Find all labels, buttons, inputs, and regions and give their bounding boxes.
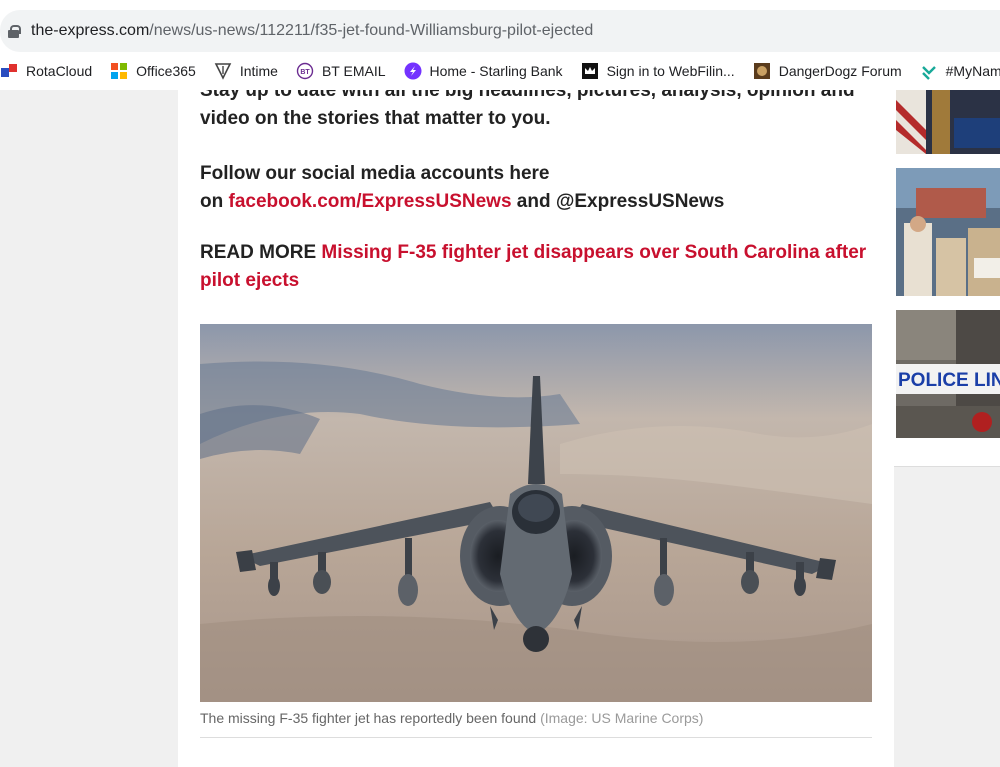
thumb-image-2 [896, 168, 1000, 296]
bookmark-mynamel[interactable]: #MyNamel [920, 62, 1000, 80]
bookmark-office365[interactable]: Office365 [110, 62, 196, 80]
address-bar[interactable]: the-express.com/news/us-news/112211/f35-… [0, 10, 1000, 52]
bookmark-bt-email[interactable]: BT BT EMAIL [296, 62, 386, 80]
rail-background [894, 467, 1000, 767]
right-rail: POLICE LINE D [894, 90, 1000, 767]
browser-chrome: the-express.com/news/us-news/112211/f35-… [0, 0, 1000, 90]
bookmark-starling[interactable]: Home - Starling Bank [404, 62, 563, 80]
left-gutter [0, 90, 178, 767]
bookmark-dangerdogz[interactable]: DangerDogz Forum [753, 62, 902, 80]
related-thumb-1[interactable] [896, 90, 1000, 154]
harrier-jet-photo [200, 324, 872, 702]
photo-caption: The missing F-35 fighter jet has reporte… [200, 710, 704, 726]
bookmark-rotacloud[interactable]: RotaCloud [0, 62, 92, 80]
url-text[interactable]: the-express.com/news/us-news/112211/f35-… [31, 22, 593, 40]
police-line-text: POLICE LINE D [898, 370, 1000, 391]
follow-paragraph: Follow our social media accounts here on… [200, 163, 725, 212]
bookmark-webfiling[interactable]: Sign in to WebFilin... [581, 62, 735, 80]
facebook-link[interactable]: facebook.com/ExpressUSNews [229, 191, 512, 212]
mynamel-icon [920, 62, 938, 80]
dangerdogz-icon [753, 62, 771, 80]
svg-text:BT: BT [300, 69, 310, 76]
article-body: Stay up to date with all the big headlin… [178, 90, 894, 767]
rotacloud-icon [0, 62, 18, 80]
thumb-image-1 [896, 90, 1000, 154]
read-more-paragraph: READ MORE Missing F-35 fighter jet disap… [200, 242, 867, 291]
article-photo[interactable] [200, 324, 872, 702]
intime-icon [214, 62, 232, 80]
office365-icon [110, 62, 128, 80]
related-thumb-3[interactable]: POLICE LINE D [896, 310, 1000, 438]
intro-paragraph: Stay up to date with all the big headlin… [200, 90, 855, 129]
lock-icon[interactable] [8, 24, 21, 38]
thumb-image-3: POLICE LINE D [896, 310, 1000, 438]
bt-icon: BT [296, 62, 314, 80]
crown-icon [581, 62, 599, 80]
starling-icon [404, 62, 422, 80]
related-thumb-2[interactable] [896, 168, 1000, 296]
bookmark-intime[interactable]: Intime [214, 62, 278, 80]
divider [200, 737, 872, 738]
bookmarks-bar: RotaCloud Office365 Intime BT BT EMAIL H… [0, 56, 1000, 86]
